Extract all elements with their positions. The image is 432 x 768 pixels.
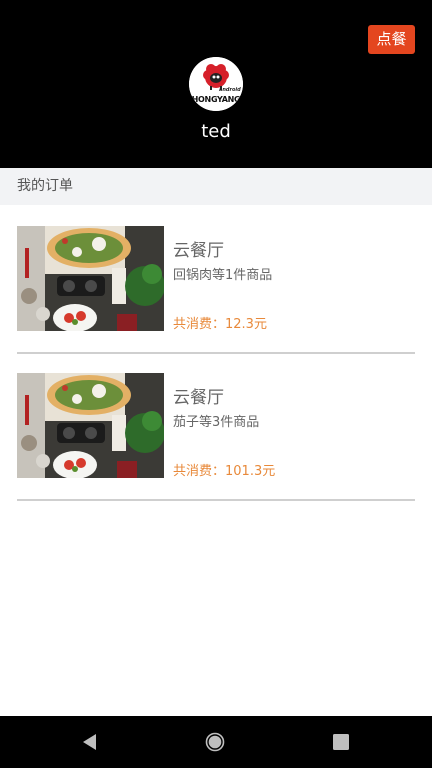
- restaurant-name: 云餐厅: [173, 241, 224, 261]
- food-photo: [17, 373, 164, 478]
- order-list-item[interactable]: 云餐厅 回锅肉等1件商品 共消费：12.3元: [17, 205, 415, 354]
- profile-header: 点餐 android HONGYANG ted: [0, 0, 432, 168]
- avatar-logo-small-text: android: [219, 87, 241, 93]
- restaurant-name: 云餐厅: [173, 388, 224, 408]
- order-list-item[interactable]: 云餐厅 茄子等3件商品 共消费：101.3元: [17, 352, 415, 501]
- order-food-button[interactable]: 点餐: [368, 25, 415, 54]
- order-items-summary: 回锅肉等1件商品: [173, 268, 273, 283]
- screen: 点餐 android HONGYANG ted 我的订单 云餐厅 回锅肉等1件商…: [0, 0, 432, 768]
- divider: [17, 499, 415, 501]
- order-total: 共消费：101.3元: [173, 464, 276, 479]
- avatar-logo-text: HONGYANG: [191, 95, 241, 104]
- food-photo: [17, 226, 164, 331]
- order-items-summary: 茄子等3件商品: [173, 415, 260, 430]
- my-orders-title: 我的订单: [0, 168, 432, 205]
- username: ted: [201, 121, 231, 142]
- avatar[interactable]: android HONGYANG: [189, 57, 243, 111]
- back-triangle-icon[interactable]: [80, 732, 100, 752]
- recent-square-icon[interactable]: [331, 732, 351, 752]
- home-circle-icon[interactable]: [205, 732, 225, 752]
- order-total: 共消费：12.3元: [173, 317, 267, 332]
- system-navigation-bar: [0, 716, 432, 768]
